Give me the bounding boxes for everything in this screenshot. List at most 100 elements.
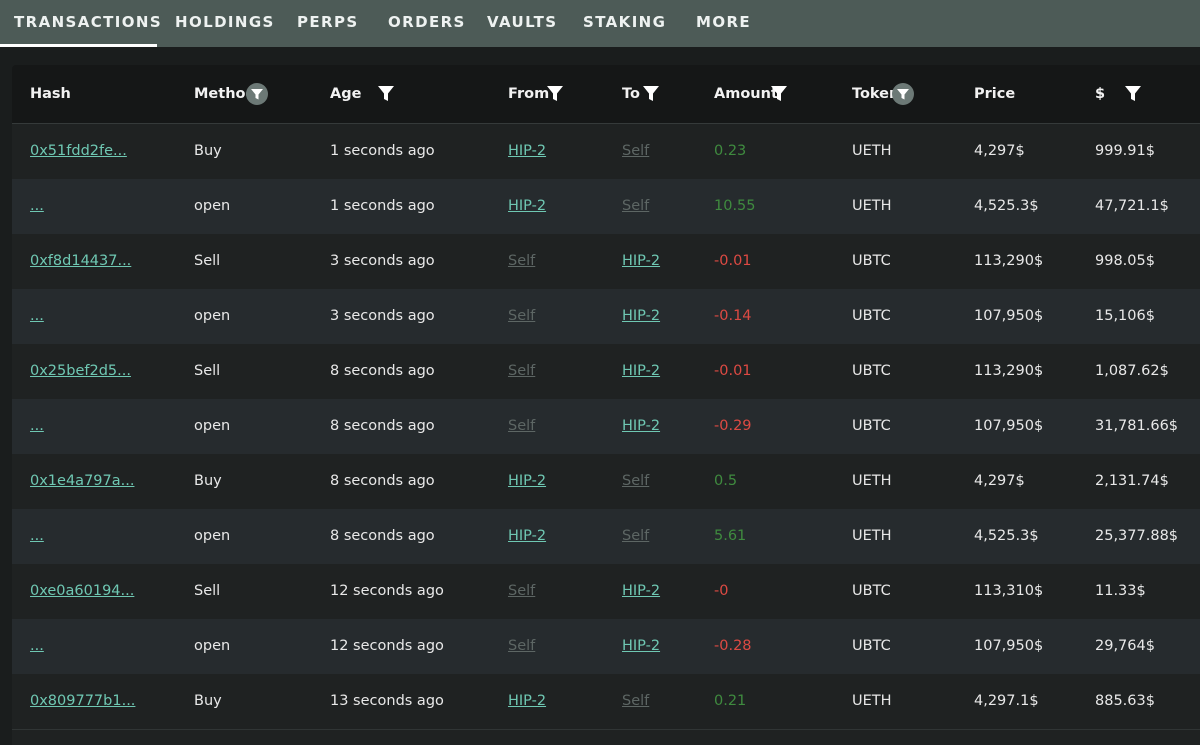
hash-link[interactable]: ... xyxy=(30,289,44,344)
to-link[interactable]: HIP-2 xyxy=(622,399,660,454)
age-cell: 12 seconds ago xyxy=(330,638,444,654)
tab-holdings[interactable]: HOLDINGS xyxy=(175,0,275,47)
tab-transactions[interactable]: TRANSACTIONS xyxy=(14,0,162,47)
token-cell: UETH xyxy=(852,143,892,159)
to-link[interactable]: Self xyxy=(622,454,649,509)
from-link[interactable]: Self xyxy=(508,399,535,454)
table-row[interactable]: 0xe0a60194... Sell 12 seconds ago Self HIP-2… xyxy=(12,564,1200,620)
to-link[interactable]: Self xyxy=(622,124,649,179)
active-tab-indicator xyxy=(0,44,157,47)
tab-perps[interactable]: PERPS xyxy=(297,0,359,47)
price-cell: 4,297$ xyxy=(974,143,1025,159)
tab-bar: TRANSACTIONS HOLDINGS PERPS ORDERS VAULT… xyxy=(0,0,1200,47)
table-row[interactable]: ... open 8 seconds ago Self HIP-2 -0.29 UBTC 10… xyxy=(12,399,1200,455)
column-header-hash: Hash xyxy=(30,86,71,102)
method-cell: open xyxy=(194,198,231,214)
token-cell: UETH xyxy=(852,528,892,544)
hash-link[interactable]: 0x809777b1... xyxy=(30,674,135,729)
token-filter-icon[interactable] xyxy=(892,83,914,105)
hash-link[interactable]: 0x25bef2d5... xyxy=(30,344,131,399)
from-link[interactable]: HIP-2 xyxy=(508,674,546,729)
table-row[interactable]: 0x51fdd2fe... Buy 1 seconds ago HIP-2 Self 0.… xyxy=(12,124,1200,180)
hash-link[interactable]: ... xyxy=(30,179,44,234)
to-filter-icon[interactable] xyxy=(641,84,661,104)
hash-link[interactable]: 0xe0a60194... xyxy=(30,564,134,619)
usd-cell: 29,764$ xyxy=(1095,638,1155,654)
price-cell: 113,290$ xyxy=(974,253,1044,269)
from-link[interactable]: Self xyxy=(508,619,535,674)
usd-cell: 47,721.1$ xyxy=(1095,198,1169,214)
from-link[interactable]: HIP-2 xyxy=(508,124,546,179)
price-cell: 113,290$ xyxy=(974,363,1044,379)
column-header-to: To xyxy=(622,86,640,102)
from-link[interactable]: Self xyxy=(508,564,535,619)
table-row[interactable]: 0x809777b1... Buy 13 seconds ago HIP-2 Self 0… xyxy=(12,674,1200,730)
hash-link[interactable]: 0xf8d14437... xyxy=(30,234,131,289)
tab-staking[interactable]: STAKING xyxy=(583,0,666,47)
usd-cell: 1,087.62$ xyxy=(1095,363,1169,379)
method-cell: open xyxy=(194,308,231,324)
token-cell: UETH xyxy=(852,473,892,489)
price-cell: 107,950$ xyxy=(974,418,1044,434)
to-link[interactable]: HIP-2 xyxy=(622,289,660,344)
hash-link[interactable]: 0x51fdd2fe... xyxy=(30,124,127,179)
price-cell: 107,950$ xyxy=(974,308,1044,324)
method-cell: Sell xyxy=(194,363,221,379)
tab-orders[interactable]: ORDERS xyxy=(388,0,466,47)
table-row[interactable]: ... open 8 seconds ago HIP-2 Self 5.61 UETH 4,5… xyxy=(12,509,1200,565)
method-cell: open xyxy=(194,418,231,434)
table-row[interactable]: 0xf8d14437... Sell 3 seconds ago Self HIP-2 -… xyxy=(12,234,1200,290)
age-filter-icon[interactable] xyxy=(376,84,396,104)
tab-more[interactable]: MORE xyxy=(696,0,751,47)
from-filter-icon[interactable] xyxy=(545,84,565,104)
from-link[interactable]: Self xyxy=(508,289,535,344)
to-link[interactable]: HIP-2 xyxy=(622,564,660,619)
method-cell: Buy xyxy=(194,693,222,709)
amount-cell: 0.21 xyxy=(714,693,747,709)
column-header-from: From xyxy=(508,86,550,102)
token-cell: UETH xyxy=(852,693,892,709)
usd-cell: 999.91$ xyxy=(1095,143,1155,159)
token-cell: UBTC xyxy=(852,638,891,654)
to-link[interactable]: Self xyxy=(622,509,649,564)
hash-link[interactable]: ... xyxy=(30,619,44,674)
to-link[interactable]: HIP-2 xyxy=(622,344,660,399)
table-row[interactable]: ... open 12 seconds ago Self HIP-2 -0.28 UBTC 1… xyxy=(12,619,1200,675)
from-link[interactable]: HIP-2 xyxy=(508,179,546,234)
age-cell: 1 seconds ago xyxy=(330,143,435,159)
amount-cell: 5.61 xyxy=(714,528,747,544)
age-cell: 8 seconds ago xyxy=(330,418,435,434)
from-link[interactable]: HIP-2 xyxy=(508,454,546,509)
amount-cell: -0.29 xyxy=(714,418,752,434)
method-cell: Sell xyxy=(194,253,221,269)
table-header: Hash Method Age From To Amount Token Pri… xyxy=(12,65,1200,124)
from-link[interactable]: HIP-2 xyxy=(508,509,546,564)
amount-filter-icon[interactable] xyxy=(769,84,789,104)
amount-cell: -0.01 xyxy=(714,363,752,379)
table-row[interactable]: 0x1e4a797a... Buy 8 seconds ago HIP-2 Self 0.… xyxy=(12,454,1200,510)
method-cell: Buy xyxy=(194,473,222,489)
from-link[interactable]: Self xyxy=(508,234,535,289)
to-link[interactable]: HIP-2 xyxy=(622,234,660,289)
price-cell: 4,297$ xyxy=(974,473,1025,489)
column-header-usd: $ xyxy=(1095,86,1106,102)
tab-vaults[interactable]: VAULTS xyxy=(487,0,557,47)
table-row[interactable]: ... open 1 seconds ago HIP-2 Self 10.55 UETH 4,… xyxy=(12,179,1200,235)
hash-link[interactable]: ... xyxy=(30,509,44,564)
hash-link[interactable]: 0x1e4a797a... xyxy=(30,454,134,509)
to-link[interactable]: HIP-2 xyxy=(622,619,660,674)
method-cell: Sell xyxy=(194,583,221,599)
table-row[interactable]: ... open 3 seconds ago Self HIP-2 -0.14 UBTC 10… xyxy=(12,289,1200,345)
to-link[interactable]: Self xyxy=(622,179,649,234)
usd-cell: 25,377.88$ xyxy=(1095,528,1179,544)
to-link[interactable]: Self xyxy=(622,674,649,729)
hash-link[interactable]: ... xyxy=(30,399,44,454)
method-filter-icon[interactable] xyxy=(246,83,268,105)
method-cell: Buy xyxy=(194,143,222,159)
table-row[interactable]: 0x25bef2d5... Sell 8 seconds ago Self HIP-2 -… xyxy=(12,344,1200,400)
usd-filter-icon[interactable] xyxy=(1123,84,1143,104)
age-cell: 3 seconds ago xyxy=(330,253,435,269)
usd-cell: 31,781.66$ xyxy=(1095,418,1179,434)
from-link[interactable]: Self xyxy=(508,344,535,399)
age-cell: 3 seconds ago xyxy=(330,308,435,324)
